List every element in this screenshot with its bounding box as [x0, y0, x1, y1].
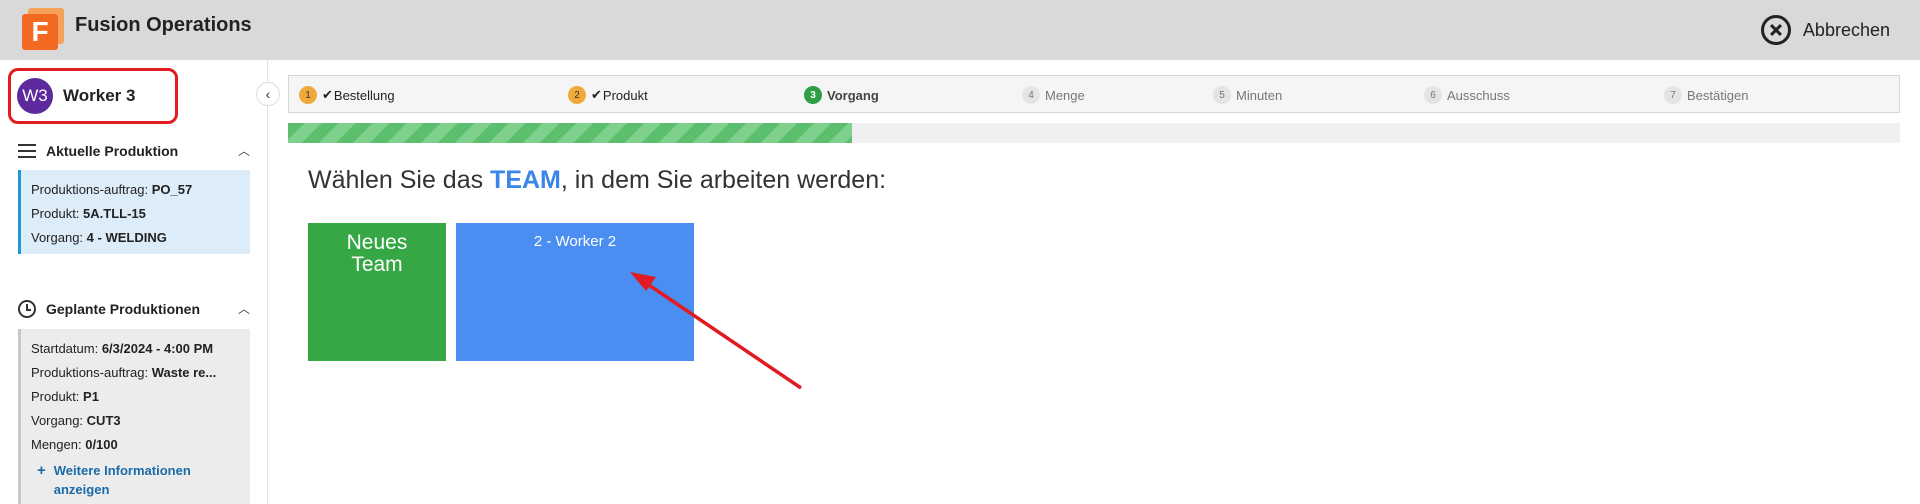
step-minuten[interactable]: 5 Minuten [1213, 85, 1282, 105]
planned-start-row: Startdatum: 6/3/2024 - 4:00 PM [31, 341, 214, 356]
planned-production-header[interactable]: Geplante Produktionen ︿ [18, 298, 250, 320]
planned-quantity-row: Mengen: 0/100 [31, 437, 118, 452]
new-team-tile[interactable]: Neues Team [308, 223, 446, 361]
step-number: 1 [299, 86, 317, 104]
team-tile-worker-2[interactable]: 2 - Worker 2 [456, 223, 694, 361]
progress-bar [288, 123, 1900, 143]
team-prompt: Wählen Sie das TEAM, in dem Sie arbeiten… [308, 166, 887, 194]
fusion-logo-icon: F [22, 8, 64, 50]
sidebar: W3 Worker 3 Aktuelle Produktion ︿ Produk… [0, 60, 268, 504]
chevron-left-icon: ‹ [265, 86, 271, 102]
worker-profile[interactable]: W3 Worker 3 [8, 68, 178, 124]
step-label: Bestätigen [1687, 87, 1749, 103]
step-label: Minuten [1236, 87, 1283, 103]
cancel-button[interactable]: Abbrechen [1760, 14, 1890, 46]
step-label: Menge [1045, 87, 1085, 103]
team-tile-label: 2 - Worker 2 [533, 233, 617, 250]
more-info-label: Weitere Informationen anzeigen [53, 463, 191, 497]
more-info-link[interactable]: + Weitere Informationen anzeigen [31, 461, 240, 499]
prompt-emphasis: TEAM [490, 166, 561, 194]
wizard-steps: 1 ✔ Bestellung 2 ✔ Produkt 3 Vorgang 4 M… [288, 75, 1900, 113]
current-production-card: Produktions-auftrag: PO_57 Produkt: 5A.T… [18, 170, 250, 254]
planned-order-row: Produktions-auftrag: Waste re... [31, 365, 217, 380]
chevron-up-icon[interactable]: ︿ [238, 142, 250, 159]
step-number: 6 [1424, 86, 1442, 104]
logo-letter: F [22, 14, 58, 50]
step-number: 5 [1213, 86, 1231, 104]
check-icon: ✔ [591, 87, 602, 102]
current-production-title: Aktuelle Produktion [46, 143, 179, 159]
step-bestellung[interactable]: 1 ✔ Bestellung [299, 85, 395, 105]
planned-operation-row: Vorgang: CUT3 [31, 413, 121, 428]
step-vorgang[interactable]: 3 Vorgang [804, 85, 879, 105]
step-menge[interactable]: 4 Menge [1022, 85, 1085, 105]
close-circle-icon [1760, 15, 1791, 45]
step-number: 7 [1664, 86, 1682, 104]
step-bestaetigen[interactable]: 7 Bestätigen [1664, 85, 1748, 105]
current-operation-row: Vorgang: 4 - WELDING [31, 230, 167, 245]
worker-name: Worker 3 [63, 86, 136, 105]
step-label: Ausschuss [1447, 87, 1510, 103]
step-label: Vorgang [827, 87, 879, 103]
check-icon: ✔ [322, 87, 333, 102]
cancel-label: Abbrechen [1802, 19, 1890, 40]
menu-icon [18, 144, 36, 158]
app-title: Fusion Operations [75, 14, 252, 36]
progress-fill [288, 123, 853, 143]
current-production-header[interactable]: Aktuelle Produktion ︿ [18, 140, 250, 162]
current-order-row: Produktions-auftrag: PO_57 [31, 182, 193, 197]
chevron-up-icon[interactable]: ︿ [238, 300, 250, 317]
step-label: Produkt [602, 87, 648, 103]
step-number: 3 [804, 86, 822, 104]
new-team-label: Neues Team [346, 231, 408, 276]
step-produkt[interactable]: 2 ✔ Produkt [568, 85, 648, 105]
top-bar: F Fusion Operations Abbrechen [0, 0, 1920, 60]
step-number: 4 [1022, 86, 1040, 104]
avatar: W3 [17, 78, 53, 114]
step-number: 2 [568, 86, 586, 104]
collapse-sidebar-button[interactable]: ‹ [256, 82, 280, 106]
planned-production-title: Geplante Produktionen [46, 301, 201, 317]
planned-production-card: Startdatum: 6/3/2024 - 4:00 PM Produktio… [18, 329, 250, 504]
step-ausschuss[interactable]: 6 Ausschuss [1424, 85, 1510, 105]
planned-product-row: Produkt: P1 [31, 389, 99, 404]
clock-icon [18, 300, 36, 318]
current-product-row: Produkt: 5A.TLL-15 [31, 206, 146, 221]
step-label: Bestellung [333, 87, 395, 103]
plus-icon: + [37, 462, 46, 479]
